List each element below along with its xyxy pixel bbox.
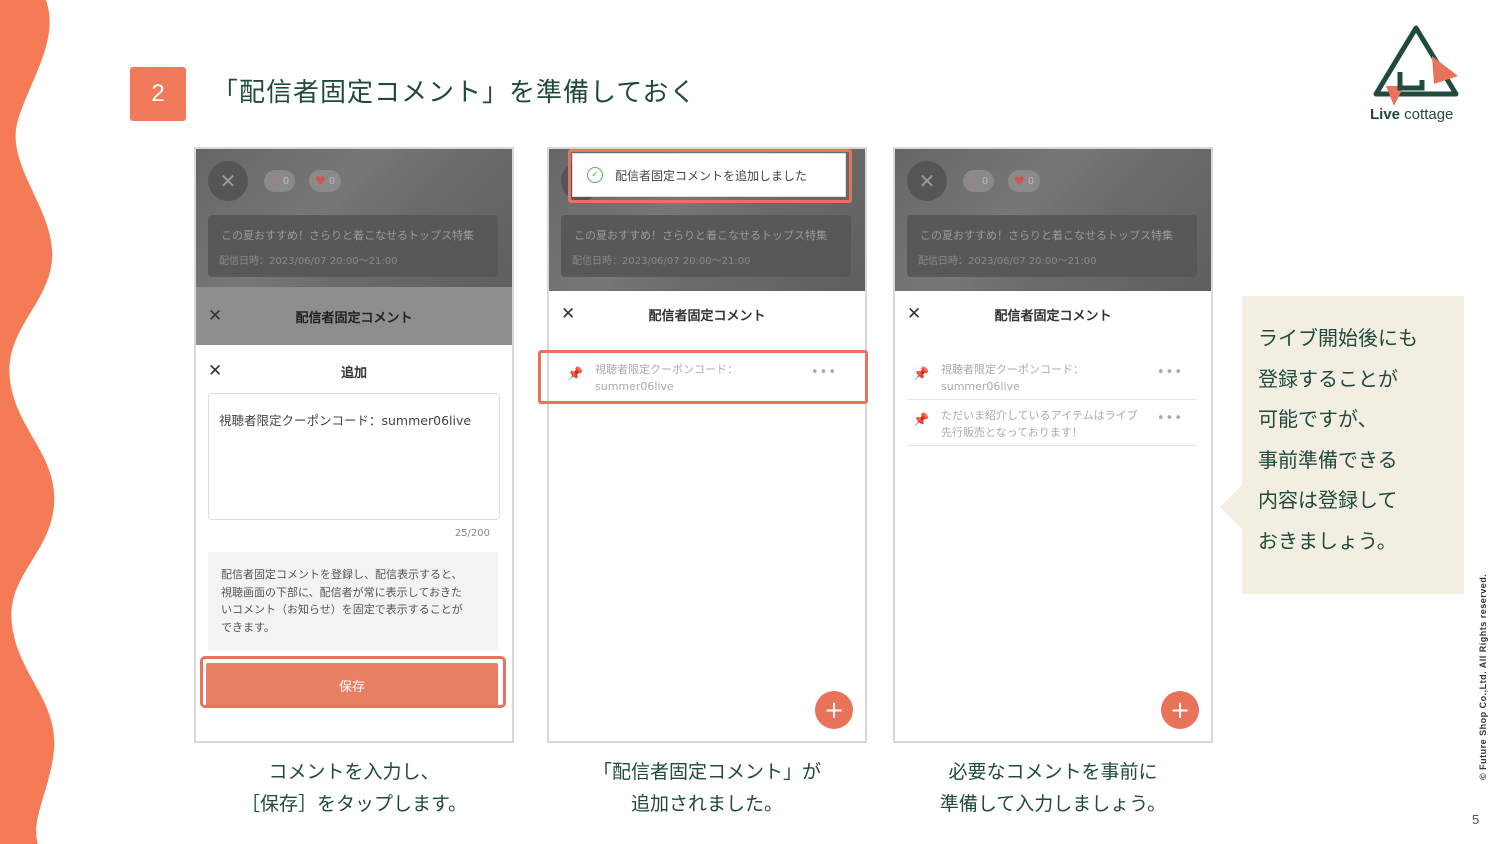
close-panel-icon[interactable]: ✕ xyxy=(907,304,921,324)
add-comment-button[interactable]: + xyxy=(1161,691,1199,729)
caption-line: 必要なコメントを事前に xyxy=(948,761,1158,783)
phone-screen-3: ✕ ⚇ 0 ♥ 0 この夏おすすめ！さらりと着こなせるトップス特集 配信日時：202… xyxy=(893,147,1213,743)
note-line: 可能ですが、 xyxy=(1258,407,1378,431)
caption-step-1: コメントを入力し、 ［保存］をタップします。 xyxy=(194,756,514,820)
viewer-count: ⚇ 0 xyxy=(264,170,296,192)
event-date: 配信日時：2023/06/07 20:00〜21:00 xyxy=(219,256,398,267)
caption-line: ［保存］をタップします。 xyxy=(240,793,468,815)
note-line: おきましょう。 xyxy=(1258,529,1397,553)
step-number: 2 xyxy=(151,80,165,107)
pinned-comment-row[interactable]: 📌 ただいま紹介しているアイテムはライブ 先行販売となっております！ ••• xyxy=(907,399,1197,446)
close-live-button[interactable]: ✕ xyxy=(907,161,947,201)
note-line: 事前準備できる xyxy=(1258,448,1398,472)
live-header: ✕ ⚇ 0 ♥ 0 この夏おすすめ！さらりと着こなせるトップス特集 配信日時：202… xyxy=(895,149,1211,291)
event-date: 配信日時：2023/06/07 20:00〜21:00 xyxy=(572,256,751,267)
viewer-count-value: 0 xyxy=(981,175,989,187)
info-box: 配信者固定コメントを登録し、配信表示すると、 視聴画面の下部に、配信者が常に表示… xyxy=(208,552,498,650)
caption-line: コメントを入力し、 xyxy=(268,761,440,783)
copyright: © Future Shop Co.,Ltd. All Rights reserv… xyxy=(1478,573,1488,780)
viewer-count: ⚇ 0 xyxy=(963,170,995,192)
pinned-comment-row[interactable]: 📌 視聴者限定クーポンコード： summer06live ••• xyxy=(907,353,1197,400)
more-options-icon[interactable]: ••• xyxy=(1157,411,1183,426)
add-comment-button[interactable]: + xyxy=(815,691,853,729)
info-text: 配信者固定コメントを登録し、配信表示すると、 視聴画面の下部に、配信者が常に表示… xyxy=(221,568,463,634)
event-info-box: この夏おすすめ！さらりと着こなせるトップス特集 配信日時：2023/06/07 … xyxy=(907,215,1197,277)
phone-screen-1: ✕ ⚇ 0 ♥ 0 この夏おすすめ！さらりと着こなせるトップス特集 配信日時：202… xyxy=(194,147,514,743)
close-panel-icon[interactable]: ✕ xyxy=(561,304,575,324)
panel-title: 配信者固定コメント xyxy=(648,308,766,324)
viewer-icon: ⚇ xyxy=(270,174,280,188)
more-options-icon[interactable]: ••• xyxy=(1157,365,1183,380)
save-button-highlight xyxy=(200,656,506,708)
close-icon: ✕ xyxy=(918,169,936,193)
fixed-comment-header: ✕ 配信者固定コメント xyxy=(549,286,865,342)
char-counter: 25/200 xyxy=(454,528,490,539)
pinned-comment-text: 視聴者限定クーポンコード： summer06live xyxy=(941,363,1084,393)
logo-text: Live cottage xyxy=(1370,106,1453,123)
heart-icon: ♥ xyxy=(1014,174,1025,188)
fixed-comment-header: ✕ 配信者固定コメント xyxy=(895,286,1211,342)
note-line: 登録することが xyxy=(1258,367,1398,391)
pin-icon: 📌 xyxy=(913,367,930,382)
event-title: この夏おすすめ！さらりと着こなせるトップス特集 xyxy=(920,229,1173,242)
decorative-wave xyxy=(0,0,55,844)
panel-title: 配信者固定コメント xyxy=(994,308,1112,324)
close-live-button[interactable]: ✕ xyxy=(208,161,248,201)
pinned-comment-text: ただいま紹介しているアイテムはライブ 先行販売となっております！ xyxy=(941,409,1138,439)
add-header: ✕ 追加 xyxy=(196,343,512,399)
close-panel-icon[interactable]: ✕ xyxy=(208,306,222,326)
like-count-value: 0 xyxy=(1027,175,1035,187)
page-number: 5 xyxy=(1472,812,1480,827)
slide-title: 「配信者固定コメント」を準備しておく xyxy=(212,78,697,108)
event-title: この夏おすすめ！さらりと着こなせるトップス特集 xyxy=(221,229,474,242)
viewer-icon: ⚇ xyxy=(969,174,979,188)
note-line: ライブ開始後にも xyxy=(1258,326,1418,350)
live-header: ✕ ⚇ 0 ♥ 0 この夏おすすめ！さらりと着こなせるトップス特集 配信日時：202… xyxy=(196,149,512,291)
like-count: ♥ 0 xyxy=(1008,170,1041,192)
add-title: 追加 xyxy=(340,365,367,381)
viewer-count-value: 0 xyxy=(282,175,290,187)
note-line: 内容は登録して xyxy=(1258,488,1398,512)
close-icon: ✕ xyxy=(219,169,237,193)
caption-step-3: 必要なコメントを事前に 準備して入力しましょう。 xyxy=(893,756,1213,820)
event-info-box: この夏おすすめ！さらりと着こなせるトップス特集 配信日時：2023/06/07 … xyxy=(561,215,851,277)
caption-step-2: 「配信者固定コメント」が 追加されました。 xyxy=(547,756,867,820)
close-add-icon[interactable]: ✕ xyxy=(208,361,222,381)
event-info-box: この夏おすすめ！さらりと着こなせるトップス特集 配信日時：2023/06/07 … xyxy=(208,215,498,277)
logo-brand-light: cottage xyxy=(1400,106,1454,123)
caption-line: 「配信者固定コメント」が xyxy=(592,761,821,783)
heart-icon: ♥ xyxy=(315,174,326,188)
toast-highlight xyxy=(568,149,852,203)
caption-line: 準備して入力しましょう。 xyxy=(939,793,1167,815)
phone-screen-2: ✕ この夏おすすめ！さらりと着こなせるトップス特集 配信日時：2023/06/0… xyxy=(547,147,867,743)
panel-title: 配信者固定コメント xyxy=(295,310,413,326)
like-count: ♥ 0 xyxy=(309,170,342,192)
event-date: 配信日時：2023/06/07 20:00〜21:00 xyxy=(918,256,1097,267)
comment-input[interactable]: 視聴者限定クーポンコード：summer06live xyxy=(208,393,500,520)
pin-icon: 📌 xyxy=(913,413,930,428)
caption-line: 追加されました。 xyxy=(630,793,783,815)
step-number-badge: 2 xyxy=(130,67,186,121)
pinned-row-highlight xyxy=(538,350,868,404)
comment-input-value: 視聴者限定クーポンコード：summer06live xyxy=(219,413,472,428)
fixed-comment-header: ✕ 配信者固定コメント xyxy=(196,287,512,345)
note-pointer xyxy=(1220,485,1242,529)
like-count-value: 0 xyxy=(328,175,336,187)
event-title: この夏おすすめ！さらりと着こなせるトップス特集 xyxy=(574,229,827,242)
logo-brand-bold: Live xyxy=(1370,106,1401,123)
note-box: ライブ開始後にも 登録することが 可能ですが、 事前準備できる 内容は登録して … xyxy=(1242,296,1464,594)
